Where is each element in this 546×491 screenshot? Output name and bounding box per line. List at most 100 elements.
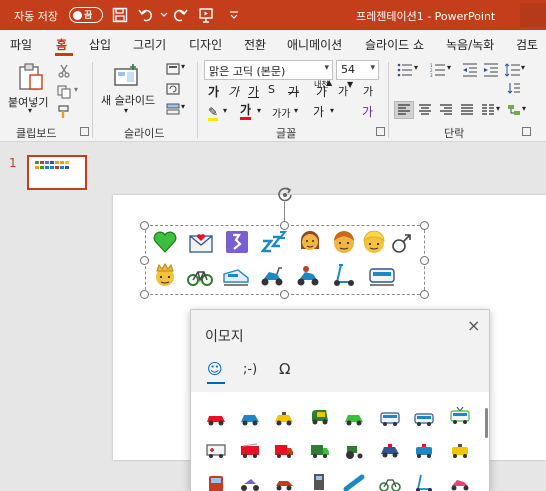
- skateboard-icon[interactable]: [343, 474, 365, 491]
- columns-dropdown-icon[interactable]: ▾: [496, 104, 500, 113]
- layout-icon[interactable]: [163, 60, 183, 78]
- green-car-icon[interactable]: [343, 410, 365, 428]
- paragraph-launcher-icon[interactable]: [522, 127, 531, 136]
- smartart-icon[interactable]: [504, 101, 524, 119]
- ambulance-icon[interactable]: [205, 442, 227, 460]
- clear-format-button[interactable]: 가: [363, 83, 373, 99]
- minibus-icon[interactable]: [413, 410, 435, 428]
- kick-scooter-small-icon[interactable]: [413, 474, 435, 491]
- char-spacing-dropdown-icon[interactable]: ▾: [294, 106, 298, 115]
- format-painter-icon[interactable]: [54, 103, 74, 121]
- racing-car-icon[interactable]: [273, 474, 295, 491]
- tab-file[interactable]: 파일: [10, 36, 32, 53]
- account-area[interactable]: [520, 3, 546, 27]
- bold-button[interactable]: 가: [208, 83, 219, 100]
- tab-transitions[interactable]: 전환: [244, 36, 266, 53]
- motorcycle-icon[interactable]: [239, 474, 261, 491]
- line-spacing-icon[interactable]: [503, 61, 523, 79]
- align-left-icon[interactable]: [394, 101, 414, 119]
- strikethrough-button[interactable]: 가: [288, 83, 299, 100]
- tab-record[interactable]: 녹음/녹화: [446, 36, 494, 53]
- new-slide-icon[interactable]: [112, 61, 142, 91]
- trolleybus-icon[interactable]: [449, 406, 471, 424]
- shadow-button[interactable]: S: [268, 83, 275, 96]
- tab-slideshow[interactable]: 슬라이드 쇼: [365, 36, 424, 53]
- tab-animations[interactable]: 애니메이션: [287, 36, 342, 53]
- clipboard-launcher-icon[interactable]: [80, 127, 89, 136]
- layout-dropdown-icon[interactable]: ▾: [181, 62, 185, 71]
- slide-thumbnail[interactable]: [27, 155, 87, 190]
- resize-handle[interactable]: [140, 256, 149, 265]
- resize-handle[interactable]: [140, 290, 149, 299]
- tab-home[interactable]: 홈: [56, 36, 67, 53]
- bus-icon[interactable]: [379, 410, 401, 428]
- font-size-combo[interactable]: 54 ▾: [336, 60, 379, 80]
- articulated-lorry-icon[interactable]: [309, 442, 331, 460]
- rotate-handle-icon[interactable]: [277, 186, 293, 202]
- police-car-icon[interactable]: [379, 442, 401, 460]
- bus-front-icon[interactable]: [205, 474, 227, 491]
- increase-indent-icon[interactable]: [481, 61, 501, 79]
- font-color-button[interactable]: 가: [240, 103, 252, 120]
- reset-slide-icon[interactable]: [163, 80, 183, 98]
- redo-icon[interactable]: [170, 5, 190, 25]
- numbering-dropdown-icon[interactable]: ▾: [447, 63, 451, 72]
- save-icon[interactable]: [110, 5, 130, 25]
- blue-car-icon[interactable]: [239, 410, 261, 428]
- car-icon[interactable]: [205, 410, 227, 428]
- oncoming-taxi-icon[interactable]: [449, 442, 471, 460]
- close-icon[interactable]: ×: [467, 316, 480, 335]
- new-slide-dropdown-icon[interactable]: ▾: [124, 106, 128, 115]
- align-center-icon[interactable]: [415, 101, 435, 119]
- tractor-icon[interactable]: [343, 442, 365, 460]
- tab-design[interactable]: 디자인: [189, 36, 222, 53]
- undo-icon[interactable]: [136, 5, 156, 25]
- underline-button[interactable]: 가: [248, 83, 259, 100]
- phonetic-guide-button[interactable]: 내천: [314, 80, 329, 89]
- justify-icon[interactable]: [457, 101, 477, 119]
- fuel-pump-icon[interactable]: [309, 472, 331, 490]
- font-name-combo[interactable]: 맑은 고딕 (본문) ▾: [204, 60, 333, 80]
- bullets-dropdown-icon[interactable]: ▾: [414, 63, 418, 72]
- copy-icon[interactable]: [54, 83, 74, 101]
- columns-icon[interactable]: [478, 101, 498, 119]
- change-case-dropdown-icon[interactable]: ▾: [330, 106, 334, 115]
- resize-handle[interactable]: [140, 221, 149, 230]
- tab-kaomoji[interactable]: ;-): [243, 362, 257, 377]
- copy-dropdown-icon[interactable]: ▾: [74, 85, 78, 94]
- resize-handle[interactable]: [420, 290, 429, 299]
- smartart-dropdown-icon[interactable]: ▾: [522, 104, 526, 113]
- autosave-toggle[interactable]: 끔: [69, 7, 103, 23]
- resize-handle[interactable]: [420, 256, 429, 265]
- font-launcher-icon[interactable]: [376, 127, 385, 136]
- highlight-dropdown-icon[interactable]: ▾: [223, 106, 227, 115]
- section-dropdown-icon[interactable]: ▾: [181, 102, 185, 111]
- fire-engine-icon[interactable]: [239, 442, 261, 460]
- present-from-start-icon[interactable]: [196, 5, 216, 25]
- clear-all-format-button[interactable]: 가: [362, 103, 373, 120]
- line-spacing-dropdown-icon[interactable]: ▾: [521, 63, 525, 72]
- text-direction-icon[interactable]: [504, 79, 524, 97]
- oncoming-police-car-icon[interactable]: [413, 442, 435, 460]
- tab-review[interactable]: 검토: [516, 36, 538, 53]
- decrease-indent-icon[interactable]: [460, 61, 480, 79]
- new-slide-label[interactable]: 새 슬라이드: [101, 92, 155, 108]
- paste-icon[interactable]: [16, 62, 46, 92]
- char-spacing-button[interactable]: 가가: [272, 105, 290, 120]
- tab-insert[interactable]: 삽입: [89, 36, 111, 53]
- align-right-icon[interactable]: [436, 101, 456, 119]
- resize-handle[interactable]: [420, 221, 429, 230]
- paste-dropdown-icon[interactable]: ▾: [28, 106, 32, 115]
- tab-symbols[interactable]: Ω: [279, 360, 290, 378]
- highlight-icon[interactable]: ✎: [208, 106, 219, 121]
- bullets-icon[interactable]: [395, 61, 415, 79]
- delivery-truck-icon[interactable]: [273, 442, 295, 460]
- motor-scooter-small-icon[interactable]: [449, 474, 471, 491]
- taxi-icon[interactable]: [273, 410, 295, 428]
- font-color-dropdown-icon[interactable]: ▾: [257, 106, 261, 115]
- auto-rickshaw-icon[interactable]: [309, 408, 331, 426]
- section-icon[interactable]: [163, 100, 183, 118]
- bicycle-small-icon[interactable]: [379, 474, 401, 491]
- cut-icon[interactable]: [54, 62, 74, 80]
- italic-button[interactable]: 가: [228, 83, 239, 100]
